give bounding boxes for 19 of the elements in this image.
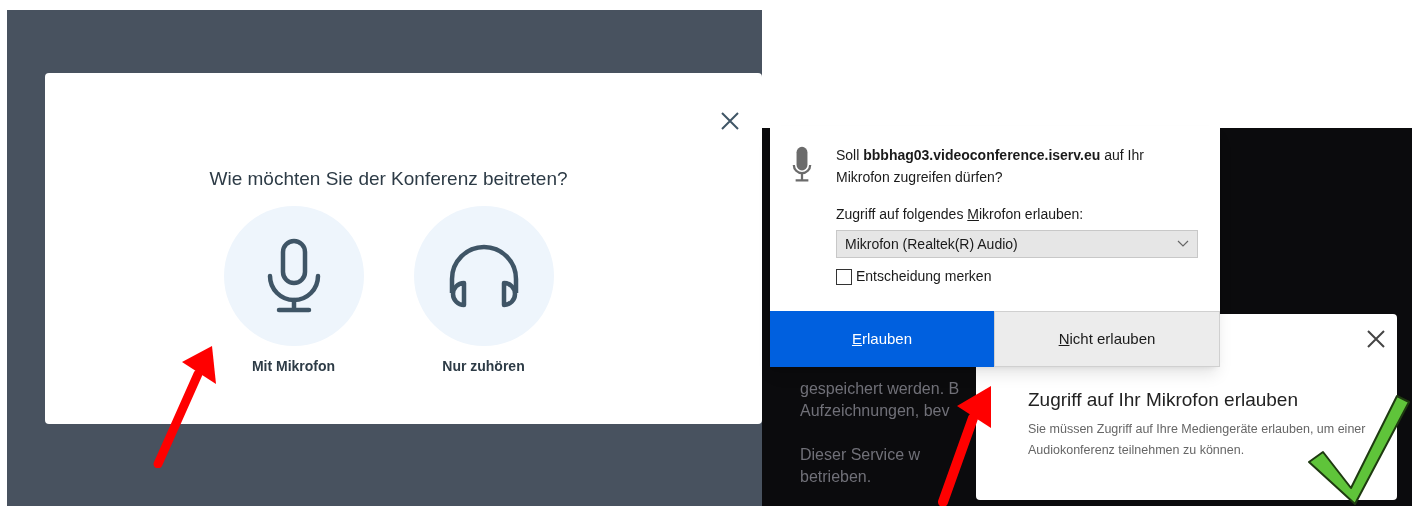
allow-button[interactable]: Erlauben <box>770 311 994 367</box>
microphone-select[interactable]: Mikrofon (Realtek(R) Audio) <box>836 230 1198 258</box>
select-label: Zugriff auf folgendes Mikrofon erlauben: <box>836 205 1085 224</box>
close-icon <box>720 111 740 131</box>
close-button[interactable] <box>1365 328 1387 350</box>
toast-title: Zugriff auf Ihr Mikrofon erlauben <box>1028 388 1298 412</box>
toast-message: Sie müssen Zugriff auf Ihre Mediengeräte erlauben, um einer Audiokonferenz teilnehmen zu können. <box>1028 420 1367 459</box>
microphone-icon <box>792 145 812 185</box>
page-text: Aufzeichnungen, bev <box>800 401 950 421</box>
page-text: betrieben. <box>800 467 872 487</box>
page-text: Dieser Service w <box>800 445 921 465</box>
page-text: gespeichert werden. B <box>800 379 960 399</box>
remember-checkbox[interactable] <box>836 268 852 285</box>
close-icon <box>1366 329 1386 349</box>
permission-message: Soll bbbhag03.videoconference.iserv.eu auf Ihr Mikrofon zugreifen dürfen? <box>836 146 1145 187</box>
chevron-down-icon <box>1177 240 1189 248</box>
checkbox-label: Entscheidung merken <box>856 267 992 286</box>
dialog-title: Wie möchten Sie der Konferenz beitreten? <box>209 167 568 191</box>
deny-button[interactable]: Nicht erlauben <box>994 311 1220 367</box>
